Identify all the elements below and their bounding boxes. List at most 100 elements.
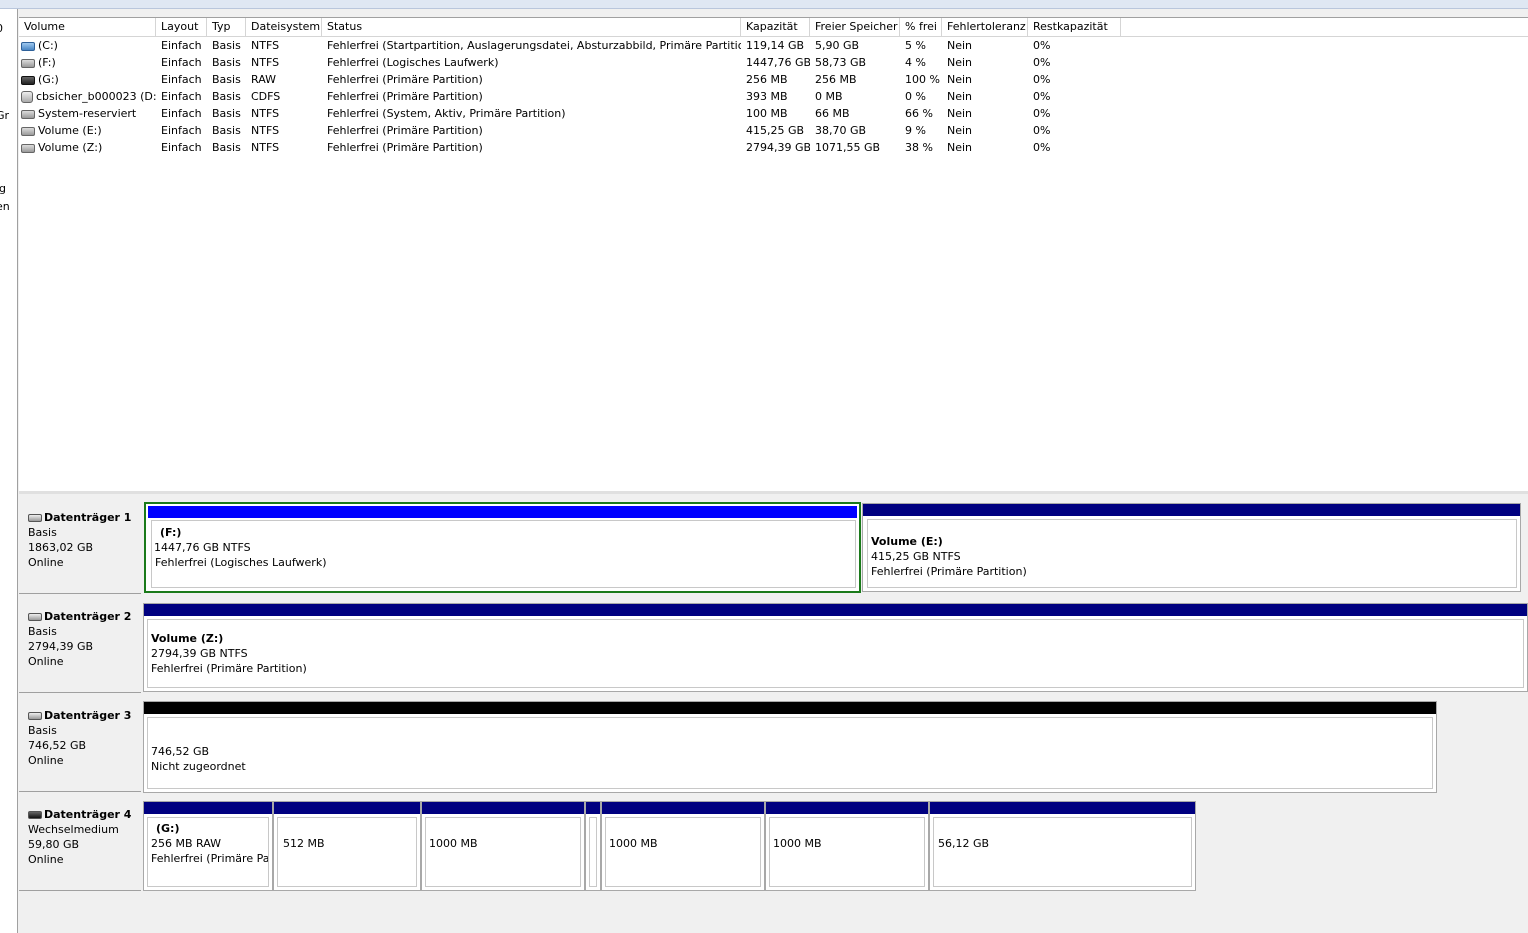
partition-1000mb-2[interactable]: 1000 MB — [601, 801, 765, 891]
table-cell-typ: Basis — [212, 124, 241, 137]
partition-g[interactable]: (G:) 256 MB RAW Fehlerfrei (Primäre Pa — [143, 801, 273, 891]
table-cell-rest: 0% — [1033, 124, 1051, 137]
table-cell-name: (C:) — [19, 37, 156, 54]
table-cell-rest: 0% — [1033, 73, 1051, 86]
table-cell-name: (G:) — [19, 71, 156, 88]
table-cell-status: Fehlerfrei (Primäre Partition) — [327, 141, 483, 154]
table-cell-ft: Nein — [947, 90, 973, 103]
table-cell-typ: Basis — [212, 39, 241, 52]
disk-label-3[interactable]: Datenträger 3 Basis 746,52 GB Online — [19, 695, 141, 792]
table-cell-fs: CDFS — [251, 90, 281, 103]
table-cell-layout: Einfach — [161, 124, 202, 137]
partition-unallocated[interactable]: 746,52 GB Nicht zugeordnet — [143, 701, 1437, 793]
partition-status: Fehlerfrei (Primäre Pa — [151, 852, 269, 865]
table-cell-rest: 0% — [1033, 56, 1051, 69]
column-header-kapazitaet[interactable]: Kapazität — [741, 18, 810, 36]
drive-icon — [21, 58, 35, 68]
column-header-volume[interactable]: Volume — [19, 18, 156, 36]
table-cell-typ: Basis — [212, 107, 241, 120]
column-header-dateisystem[interactable]: Dateisystem — [246, 18, 322, 36]
partition-f[interactable]: (F:) 1447,76 GB NTFS Fehlerfrei (Logisch… — [144, 502, 861, 593]
column-header-fehlertoleranz[interactable]: Fehlertoleranz — [942, 18, 1028, 36]
column-header-freier-speicher[interactable]: Freier Speicher — [810, 18, 900, 36]
column-header-status[interactable]: Status — [322, 18, 741, 36]
partition-title: Volume (Z:) — [151, 632, 224, 645]
partition-z[interactable]: Volume (Z:) 2794,39 GB NTFS Fehlerfrei (… — [143, 603, 1528, 692]
table-row[interactable]: Volume (Z:) Einfach Basis NTFS Fehlerfrei (P… — [19, 139, 1528, 156]
table-cell-pct: 5 % — [905, 39, 926, 52]
partition-e[interactable]: Volume (E:) 415,25 GB NTFS Fehlerfrei (P… — [862, 503, 1521, 592]
table-row[interactable]: (F:) Einfach Basis NTFS Fehlerfrei (Logische… — [19, 54, 1528, 71]
partition-512mb[interactable]: 512 MB — [273, 801, 421, 891]
cd-drive-icon — [21, 91, 33, 103]
table-cell-status: Fehlerfrei (Primäre Partition) — [327, 73, 483, 86]
partition-bar — [863, 504, 1520, 516]
disk-type: Wechselmedium — [28, 823, 119, 836]
table-row[interactable]: cbsicher_b000023 (D:) Einfach Basis CDFS Feh… — [19, 88, 1528, 105]
disk-label-2[interactable]: Datenträger 2 Basis 2794,39 GB Online — [19, 596, 141, 693]
disk-graphical-view: Datenträger 1 Basis 1863,02 GB Online (F… — [19, 494, 1528, 933]
table-cell-cap: 119,14 GB — [746, 39, 805, 52]
volume-list-header: Volume Layout Typ Dateisystem Status Kap… — [19, 18, 1528, 37]
table-cell-pct: 100 % — [905, 73, 940, 86]
partition-small[interactable] — [585, 801, 601, 891]
table-row[interactable]: (G:) Einfach Basis RAW Fehlerfrei (Primäre P… — [19, 71, 1528, 88]
table-cell-name: cbsicher_b000023 (D:) — [19, 88, 156, 105]
partition-size: 415,25 GB NTFS — [871, 550, 961, 563]
table-cell-ft: Nein — [947, 107, 973, 120]
partition-56gb[interactable]: 56,12 GB — [929, 801, 1196, 891]
volume-name: Volume (E:) — [38, 124, 102, 137]
partition-bar — [602, 802, 764, 814]
partition-size: 56,12 GB — [938, 837, 990, 850]
column-header-restkapazitaet[interactable]: Restkapazität — [1028, 18, 1121, 36]
table-cell-status: Fehlerfrei (Primäre Partition) — [327, 124, 483, 137]
table-cell-free: 66 MB — [815, 107, 850, 120]
table-cell-pct: 9 % — [905, 124, 926, 137]
partition-status: Fehlerfrei (Primäre Partition) — [151, 662, 307, 675]
table-cell-ft: Nein — [947, 39, 973, 52]
partition-bar — [144, 604, 1527, 616]
partition-size: 2794,39 GB NTFS — [151, 647, 248, 660]
disk-type: Basis — [28, 526, 57, 539]
disk-name: Datenträger 2 — [44, 610, 132, 623]
table-cell-ft: Nein — [947, 124, 973, 137]
table-cell-pct: 38 % — [905, 141, 933, 154]
partition-title: (G:) — [156, 822, 180, 835]
drive-icon — [21, 126, 35, 136]
disk-icon — [28, 712, 42, 720]
column-header-typ[interactable]: Typ — [207, 18, 246, 36]
partition-size: 746,52 GB — [151, 745, 210, 758]
table-cell-ft: Nein — [947, 73, 973, 86]
table-cell-status: Fehlerfrei (Logisches Laufwerk) — [327, 56, 499, 69]
partition-1000mb-1[interactable]: 1000 MB — [421, 801, 585, 891]
table-cell-fs: RAW — [251, 73, 276, 86]
table-cell-status: Fehlerfrei (Startpartition, Auslagerungs… — [327, 39, 741, 52]
volume-name: (C:) — [38, 39, 58, 52]
table-row[interactable]: (C:) Einfach Basis NTFS Fehlerfrei (Startpar… — [19, 37, 1528, 54]
disk-state: Online — [28, 655, 64, 668]
disk-label-4[interactable]: Datenträger 4 Wechselmedium 59,80 GB Onl… — [19, 794, 141, 891]
removable-disk-icon — [28, 811, 42, 819]
left-navigation-pane[interactable]: 0 Gr ıg en — [0, 9, 18, 933]
table-cell-name: Volume (Z:) — [19, 139, 156, 156]
table-cell-free: 58,73 GB — [815, 56, 867, 69]
table-cell-rest: 0% — [1033, 141, 1051, 154]
column-header-layout[interactable]: Layout — [156, 18, 207, 36]
partition-1000mb-3[interactable]: 1000 MB — [765, 801, 929, 891]
table-row[interactable]: System-reserviert Einfach Basis NTFS Fehlerf… — [19, 105, 1528, 122]
table-cell-cap: 415,25 GB — [746, 124, 805, 137]
volume-name: cbsicher_b000023 (D:) — [36, 90, 156, 103]
table-row[interactable]: Volume (E:) Einfach Basis NTFS Fehlerfrei (P… — [19, 122, 1528, 139]
table-cell-status: Fehlerfrei (Primäre Partition) — [327, 90, 483, 103]
disk-size: 746,52 GB — [28, 739, 87, 752]
table-cell-pct: 0 % — [905, 90, 926, 103]
column-header-prozent-frei[interactable]: % frei — [900, 18, 942, 36]
disk-icon — [28, 613, 42, 621]
partition-title: Volume (E:) — [871, 535, 943, 548]
partition-size: 1000 MB — [773, 837, 822, 850]
partition-bar — [144, 802, 272, 814]
partition-bar — [144, 702, 1436, 714]
disk-label-1[interactable]: Datenträger 1 Basis 1863,02 GB Online — [19, 497, 141, 594]
volume-list[interactable]: Volume Layout Typ Dateisystem Status Kap… — [19, 17, 1528, 492]
partition-bar — [766, 802, 928, 814]
